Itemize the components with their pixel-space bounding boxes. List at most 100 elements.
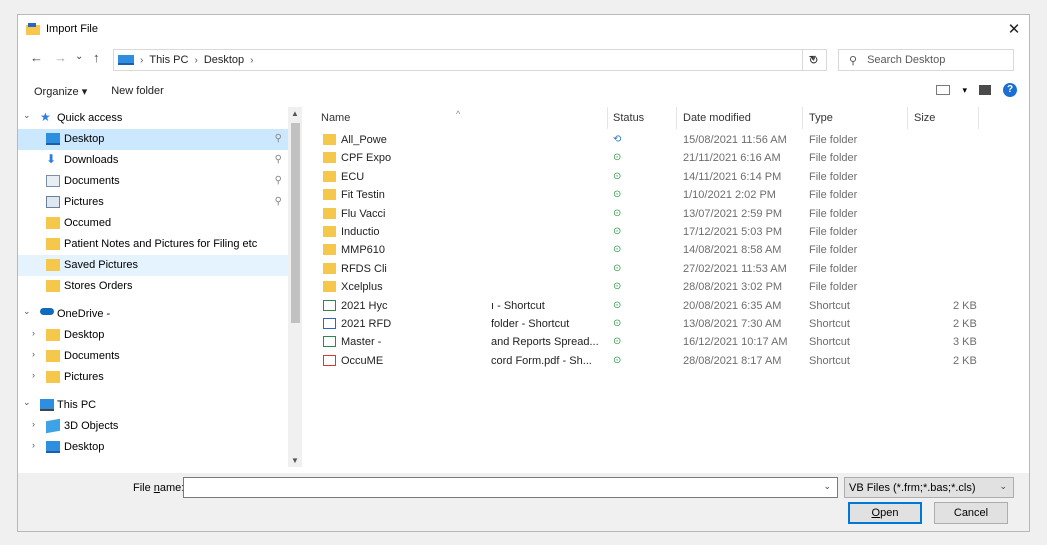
file-size: 2 KB: [953, 318, 977, 330]
file-row[interactable]: Inductio ⊙ 17/12/2021 5:03 PM File folder: [301, 224, 1001, 242]
folder-icon: [323, 244, 336, 256]
close-icon: ✕: [1007, 21, 1021, 38]
chevron-down-icon[interactable]: ⌄: [823, 481, 831, 492]
file-row[interactable]: MMP610 ⊙ 14/08/2021 8:58 AM File folder: [301, 242, 1001, 260]
address-bar[interactable]: › This PC › Desktop › ▼: [113, 49, 827, 71]
file-row[interactable]: CPF Expo ⊙ 21/11/2021 6:16 AM File folder: [301, 150, 1001, 168]
column-divider[interactable]: [802, 107, 803, 129]
sidebar-item-pictures[interactable]: › Pictures: [18, 367, 288, 388]
sidebar-item-documents[interactable]: › Documents: [18, 346, 288, 367]
file-row[interactable]: RFDS Cli ⊙ 27/02/2021 11:53 AM File folder: [301, 261, 1001, 279]
sidebar-item-label: Quick access: [57, 112, 123, 124]
file-row[interactable]: Master - and Reports Spread... ⊙ 16/12/2021…: [301, 334, 1001, 352]
breadcrumb-this-pc[interactable]: This PC: [149, 54, 188, 66]
navigation-scrollbar[interactable]: ▲ ▼: [288, 107, 302, 467]
column-header-status[interactable]: Status: [613, 107, 644, 129]
chevron-right-icon[interactable]: ›: [32, 419, 35, 429]
sidebar-item-label: Documents: [64, 175, 120, 187]
sidebar-item-quick-access[interactable]: ⌄ ★ Quick access: [18, 108, 288, 129]
file-name-input[interactable]: ⌄: [183, 477, 838, 498]
available-check-icon: ⊙: [613, 262, 622, 274]
available-check-icon: ⊙: [613, 299, 622, 311]
sidebar-item-documents[interactable]: Documents ⚲: [18, 171, 288, 192]
file-row[interactable]: ECU ⊙ 14/11/2021 6:14 PM File folder: [301, 169, 1001, 187]
column-header-type[interactable]: Type: [809, 107, 833, 129]
file-date: 14/08/2021 8:58 AM: [683, 244, 782, 257]
scroll-thumb[interactable]: [291, 123, 300, 323]
navigation-pane: ⌄ ★ Quick access Desktop ⚲ ⬇ Downloads ⚲ Documen…: [18, 107, 302, 467]
folder-icon: [323, 170, 336, 182]
column-divider[interactable]: [978, 107, 979, 129]
open-button[interactable]: Open: [848, 502, 922, 524]
sidebar-item-onedrive[interactable]: ⌄ OneDrive -: [18, 304, 288, 325]
sidebar-item-pictures[interactable]: Pictures ⚲: [18, 192, 288, 213]
scroll-up-icon[interactable]: ▲: [291, 109, 299, 118]
refresh-button[interactable]: ↻: [802, 49, 824, 71]
chevron-down-icon[interactable]: ⌄: [23, 110, 31, 121]
chevron-down-icon[interactable]: ⌄: [23, 306, 31, 317]
forward-arrow-icon[interactable]: →: [54, 50, 67, 65]
help-icon[interactable]: ?: [1003, 83, 1017, 97]
file-row[interactable]: 2021 Hyc ı - Shortcut ⊙ 20/08/2021 6:35 AM S…: [301, 298, 1001, 316]
sidebar-item-desktop[interactable]: Desktop ⚲: [18, 129, 288, 150]
folder-icon: [323, 207, 336, 219]
sidebar-item-desktop[interactable]: › Desktop: [18, 325, 288, 346]
pin-icon: ⚲: [274, 196, 282, 207]
folder-icon: [46, 217, 60, 229]
column-header-date[interactable]: Date modified: [683, 107, 751, 129]
sidebar-item-stores-orders[interactable]: Stores Orders: [18, 276, 288, 297]
sidebar-item-patient-notes-and-pictures-for-filing-etc[interactable]: Patient Notes and Pictures for Filing et…: [18, 234, 288, 255]
file-date: 20/08/2021 6:35 AM: [683, 299, 782, 312]
view-options-arrow[interactable]: ▾: [962, 85, 967, 96]
chevron-down-icon[interactable]: ⌄: [23, 397, 31, 408]
breadcrumb-desktop[interactable]: Desktop: [204, 54, 244, 66]
file-row[interactable]: OccuME cord Form.pdf - Sh... ⊙ 28/08/2021 8…: [301, 353, 1001, 371]
column-header-name[interactable]: Name: [321, 107, 350, 129]
file-row[interactable]: 2021 RFD folder - Shortcut ⊙ 13/08/2021 7:3…: [301, 316, 1001, 334]
back-arrow-icon[interactable]: ←: [30, 50, 43, 65]
chevron-right-icon[interactable]: ›: [32, 440, 35, 450]
column-divider[interactable]: [607, 107, 608, 129]
column-header-size[interactable]: Size: [914, 107, 935, 129]
file-row[interactable]: All_Powe ⟲ 15/08/2021 11:56 AM File folder: [301, 132, 1001, 150]
sidebar-item-occumed[interactable]: Occumed: [18, 213, 288, 234]
chevron-right-icon[interactable]: ›: [32, 370, 35, 380]
file-row[interactable]: Fit Testin ⊙ 1/10/2021 2:02 PM File folder: [301, 187, 1001, 205]
new-folder-button[interactable]: New folder: [111, 85, 164, 97]
sidebar-item-label: Saved Pictures: [64, 259, 138, 271]
sidebar-item-label: Desktop: [64, 441, 105, 453]
scroll-down-icon[interactable]: ▼: [291, 456, 299, 465]
close-button[interactable]: ✕: [999, 15, 1029, 43]
document-shortcut-icon: [323, 318, 336, 329]
breadcrumb-separator: ›: [140, 54, 144, 66]
file-date: 14/11/2021 6:14 PM: [683, 170, 782, 183]
sidebar-item-desktop[interactable]: › Desktop: [18, 437, 288, 458]
up-arrow-icon[interactable]: ↑: [93, 50, 100, 65]
sidebar-item-downloads[interactable]: ⬇ Downloads ⚲: [18, 150, 288, 171]
chevron-right-icon[interactable]: ›: [32, 328, 35, 338]
organize-button[interactable]: Organize ▾: [34, 85, 87, 98]
file-date: 28/08/2021 3:02 PM: [683, 281, 783, 294]
file-type-select[interactable]: VB Files (*.frm;*.bas;*.cls) ⌄: [844, 477, 1014, 498]
recent-locations-icon[interactable]: ⌄: [75, 51, 83, 62]
file-name: OccuME: [341, 354, 384, 367]
chevron-right-icon[interactable]: ›: [32, 349, 35, 359]
change-view-icon[interactable]: [936, 85, 951, 95]
file-row[interactable]: Flu Vacci ⊙ 13/07/2021 2:59 PM File folder: [301, 206, 1001, 224]
search-box[interactable]: ⚲ Search Desktop: [838, 49, 1014, 71]
sidebar-item-saved-pictures[interactable]: Saved Pictures: [18, 255, 288, 276]
sidebar-item-this-pc[interactable]: ⌄ This PC: [18, 395, 288, 416]
column-divider[interactable]: [907, 107, 908, 129]
sidebar-item-3d-objects[interactable]: › 3D Objects: [18, 416, 288, 437]
file-name-overflow: and Reports Spread...: [491, 336, 599, 349]
folder-icon: [323, 152, 336, 164]
file-date: 28/08/2021 8:17 AM: [683, 354, 782, 367]
preview-pane-icon[interactable]: [979, 85, 991, 95]
pin-icon: ⚲: [274, 154, 282, 165]
available-check-icon: ⊙: [613, 318, 622, 329]
file-row[interactable]: Xcelplus ⊙ 28/08/2021 3:02 PM File folder: [301, 279, 1001, 297]
file-type: File folder: [809, 207, 858, 220]
sidebar-item-label: Patient Notes and Pictures for Filing et…: [64, 238, 258, 250]
column-divider[interactable]: [676, 107, 677, 129]
cancel-button[interactable]: Cancel: [934, 502, 1008, 524]
